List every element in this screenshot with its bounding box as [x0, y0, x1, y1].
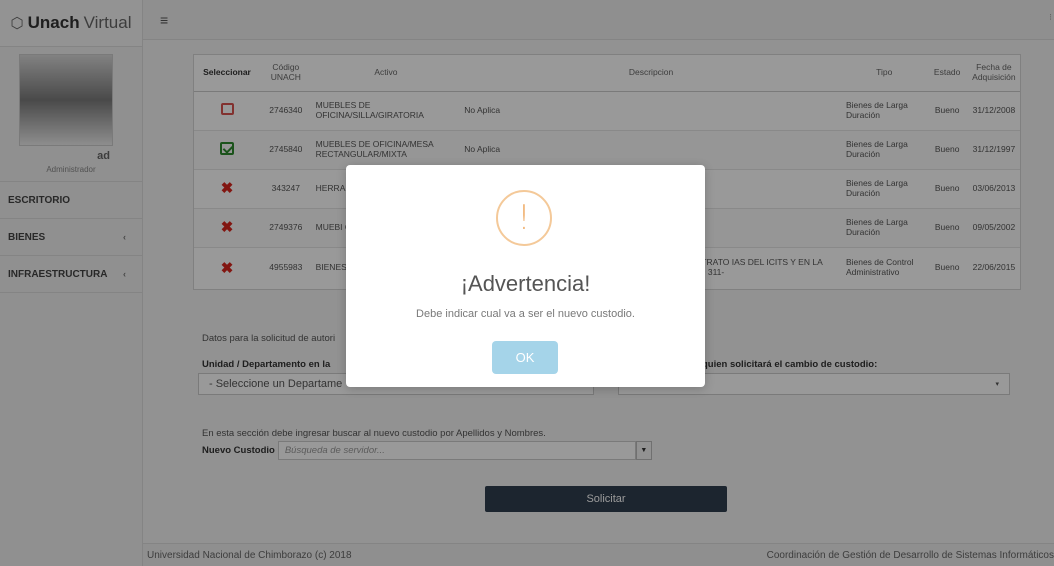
dialog-title: ¡Advertencia!: [460, 271, 591, 296]
warning-icon: !: [496, 190, 552, 246]
ok-button[interactable]: OK: [492, 341, 558, 374]
warning-dialog: ! ¡Advertencia! Debe indicar cual va a s…: [346, 165, 705, 387]
dialog-message: Debe indicar cual va a ser el nuevo cust…: [416, 308, 635, 320]
